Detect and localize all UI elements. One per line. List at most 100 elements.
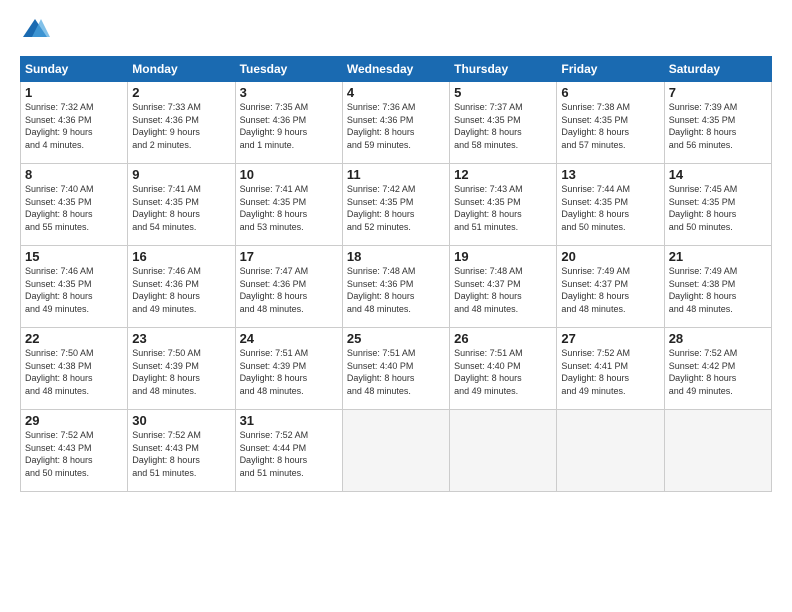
page: SundayMondayTuesdayWednesdayThursdayFrid… bbox=[0, 0, 792, 502]
day-info: Sunrise: 7:35 AM Sunset: 4:36 PM Dayligh… bbox=[240, 101, 338, 151]
day-number: 21 bbox=[669, 249, 767, 264]
calendar-cell: 21Sunrise: 7:49 AM Sunset: 4:38 PM Dayli… bbox=[664, 246, 771, 328]
day-info: Sunrise: 7:38 AM Sunset: 4:35 PM Dayligh… bbox=[561, 101, 659, 151]
day-info: Sunrise: 7:52 AM Sunset: 4:41 PM Dayligh… bbox=[561, 347, 659, 397]
day-number: 12 bbox=[454, 167, 552, 182]
day-number: 5 bbox=[454, 85, 552, 100]
day-info: Sunrise: 7:51 AM Sunset: 4:39 PM Dayligh… bbox=[240, 347, 338, 397]
calendar-cell: 3Sunrise: 7:35 AM Sunset: 4:36 PM Daylig… bbox=[235, 82, 342, 164]
weekday-header-monday: Monday bbox=[128, 57, 235, 82]
weekday-header-saturday: Saturday bbox=[664, 57, 771, 82]
day-info: Sunrise: 7:36 AM Sunset: 4:36 PM Dayligh… bbox=[347, 101, 445, 151]
calendar-cell bbox=[342, 410, 449, 492]
day-number: 19 bbox=[454, 249, 552, 264]
day-info: Sunrise: 7:33 AM Sunset: 4:36 PM Dayligh… bbox=[132, 101, 230, 151]
day-info: Sunrise: 7:42 AM Sunset: 4:35 PM Dayligh… bbox=[347, 183, 445, 233]
calendar-cell: 16Sunrise: 7:46 AM Sunset: 4:36 PM Dayli… bbox=[128, 246, 235, 328]
day-info: Sunrise: 7:50 AM Sunset: 4:38 PM Dayligh… bbox=[25, 347, 123, 397]
week-row-1: 1Sunrise: 7:32 AM Sunset: 4:36 PM Daylig… bbox=[21, 82, 772, 164]
weekday-header-row: SundayMondayTuesdayWednesdayThursdayFrid… bbox=[21, 57, 772, 82]
weekday-header-sunday: Sunday bbox=[21, 57, 128, 82]
week-row-5: 29Sunrise: 7:52 AM Sunset: 4:43 PM Dayli… bbox=[21, 410, 772, 492]
calendar-cell: 25Sunrise: 7:51 AM Sunset: 4:40 PM Dayli… bbox=[342, 328, 449, 410]
day-number: 15 bbox=[25, 249, 123, 264]
day-number: 17 bbox=[240, 249, 338, 264]
weekday-header-thursday: Thursday bbox=[450, 57, 557, 82]
day-number: 9 bbox=[132, 167, 230, 182]
day-number: 7 bbox=[669, 85, 767, 100]
calendar-cell: 4Sunrise: 7:36 AM Sunset: 4:36 PM Daylig… bbox=[342, 82, 449, 164]
calendar-cell: 5Sunrise: 7:37 AM Sunset: 4:35 PM Daylig… bbox=[450, 82, 557, 164]
day-info: Sunrise: 7:52 AM Sunset: 4:44 PM Dayligh… bbox=[240, 429, 338, 479]
calendar-cell: 10Sunrise: 7:41 AM Sunset: 4:35 PM Dayli… bbox=[235, 164, 342, 246]
day-info: Sunrise: 7:40 AM Sunset: 4:35 PM Dayligh… bbox=[25, 183, 123, 233]
day-number: 31 bbox=[240, 413, 338, 428]
weekday-header-tuesday: Tuesday bbox=[235, 57, 342, 82]
day-number: 28 bbox=[669, 331, 767, 346]
calendar-cell: 24Sunrise: 7:51 AM Sunset: 4:39 PM Dayli… bbox=[235, 328, 342, 410]
day-number: 25 bbox=[347, 331, 445, 346]
calendar-cell: 26Sunrise: 7:51 AM Sunset: 4:40 PM Dayli… bbox=[450, 328, 557, 410]
calendar-cell: 28Sunrise: 7:52 AM Sunset: 4:42 PM Dayli… bbox=[664, 328, 771, 410]
day-info: Sunrise: 7:51 AM Sunset: 4:40 PM Dayligh… bbox=[347, 347, 445, 397]
day-info: Sunrise: 7:46 AM Sunset: 4:36 PM Dayligh… bbox=[132, 265, 230, 315]
day-number: 27 bbox=[561, 331, 659, 346]
calendar-cell: 17Sunrise: 7:47 AM Sunset: 4:36 PM Dayli… bbox=[235, 246, 342, 328]
day-info: Sunrise: 7:45 AM Sunset: 4:35 PM Dayligh… bbox=[669, 183, 767, 233]
calendar-table: SundayMondayTuesdayWednesdayThursdayFrid… bbox=[20, 56, 772, 492]
calendar-cell: 20Sunrise: 7:49 AM Sunset: 4:37 PM Dayli… bbox=[557, 246, 664, 328]
day-number: 1 bbox=[25, 85, 123, 100]
header bbox=[20, 16, 772, 46]
calendar-cell: 14Sunrise: 7:45 AM Sunset: 4:35 PM Dayli… bbox=[664, 164, 771, 246]
calendar-cell: 22Sunrise: 7:50 AM Sunset: 4:38 PM Dayli… bbox=[21, 328, 128, 410]
day-info: Sunrise: 7:49 AM Sunset: 4:37 PM Dayligh… bbox=[561, 265, 659, 315]
day-info: Sunrise: 7:47 AM Sunset: 4:36 PM Dayligh… bbox=[240, 265, 338, 315]
calendar-cell: 23Sunrise: 7:50 AM Sunset: 4:39 PM Dayli… bbox=[128, 328, 235, 410]
calendar-cell bbox=[557, 410, 664, 492]
day-number: 22 bbox=[25, 331, 123, 346]
day-info: Sunrise: 7:51 AM Sunset: 4:40 PM Dayligh… bbox=[454, 347, 552, 397]
calendar-cell: 30Sunrise: 7:52 AM Sunset: 4:43 PM Dayli… bbox=[128, 410, 235, 492]
calendar-cell: 13Sunrise: 7:44 AM Sunset: 4:35 PM Dayli… bbox=[557, 164, 664, 246]
day-number: 6 bbox=[561, 85, 659, 100]
weekday-header-wednesday: Wednesday bbox=[342, 57, 449, 82]
week-row-2: 8Sunrise: 7:40 AM Sunset: 4:35 PM Daylig… bbox=[21, 164, 772, 246]
day-number: 2 bbox=[132, 85, 230, 100]
day-number: 16 bbox=[132, 249, 230, 264]
day-info: Sunrise: 7:52 AM Sunset: 4:42 PM Dayligh… bbox=[669, 347, 767, 397]
logo-icon bbox=[20, 16, 50, 46]
day-number: 24 bbox=[240, 331, 338, 346]
day-info: Sunrise: 7:44 AM Sunset: 4:35 PM Dayligh… bbox=[561, 183, 659, 233]
week-row-4: 22Sunrise: 7:50 AM Sunset: 4:38 PM Dayli… bbox=[21, 328, 772, 410]
day-number: 14 bbox=[669, 167, 767, 182]
day-number: 4 bbox=[347, 85, 445, 100]
day-info: Sunrise: 7:48 AM Sunset: 4:37 PM Dayligh… bbox=[454, 265, 552, 315]
weekday-header-friday: Friday bbox=[557, 57, 664, 82]
calendar-cell: 1Sunrise: 7:32 AM Sunset: 4:36 PM Daylig… bbox=[21, 82, 128, 164]
calendar-cell: 6Sunrise: 7:38 AM Sunset: 4:35 PM Daylig… bbox=[557, 82, 664, 164]
day-info: Sunrise: 7:48 AM Sunset: 4:36 PM Dayligh… bbox=[347, 265, 445, 315]
calendar-cell bbox=[450, 410, 557, 492]
day-number: 18 bbox=[347, 249, 445, 264]
week-row-3: 15Sunrise: 7:46 AM Sunset: 4:35 PM Dayli… bbox=[21, 246, 772, 328]
day-info: Sunrise: 7:46 AM Sunset: 4:35 PM Dayligh… bbox=[25, 265, 123, 315]
calendar-cell: 27Sunrise: 7:52 AM Sunset: 4:41 PM Dayli… bbox=[557, 328, 664, 410]
day-info: Sunrise: 7:41 AM Sunset: 4:35 PM Dayligh… bbox=[240, 183, 338, 233]
day-info: Sunrise: 7:50 AM Sunset: 4:39 PM Dayligh… bbox=[132, 347, 230, 397]
day-info: Sunrise: 7:49 AM Sunset: 4:38 PM Dayligh… bbox=[669, 265, 767, 315]
calendar-cell: 15Sunrise: 7:46 AM Sunset: 4:35 PM Dayli… bbox=[21, 246, 128, 328]
calendar-cell: 11Sunrise: 7:42 AM Sunset: 4:35 PM Dayli… bbox=[342, 164, 449, 246]
day-info: Sunrise: 7:41 AM Sunset: 4:35 PM Dayligh… bbox=[132, 183, 230, 233]
calendar-cell: 7Sunrise: 7:39 AM Sunset: 4:35 PM Daylig… bbox=[664, 82, 771, 164]
day-info: Sunrise: 7:52 AM Sunset: 4:43 PM Dayligh… bbox=[25, 429, 123, 479]
day-number: 10 bbox=[240, 167, 338, 182]
calendar-cell: 18Sunrise: 7:48 AM Sunset: 4:36 PM Dayli… bbox=[342, 246, 449, 328]
day-number: 13 bbox=[561, 167, 659, 182]
calendar-cell: 29Sunrise: 7:52 AM Sunset: 4:43 PM Dayli… bbox=[21, 410, 128, 492]
calendar-cell bbox=[664, 410, 771, 492]
calendar-cell: 9Sunrise: 7:41 AM Sunset: 4:35 PM Daylig… bbox=[128, 164, 235, 246]
calendar-cell: 12Sunrise: 7:43 AM Sunset: 4:35 PM Dayli… bbox=[450, 164, 557, 246]
calendar-cell: 31Sunrise: 7:52 AM Sunset: 4:44 PM Dayli… bbox=[235, 410, 342, 492]
day-number: 23 bbox=[132, 331, 230, 346]
day-number: 3 bbox=[240, 85, 338, 100]
